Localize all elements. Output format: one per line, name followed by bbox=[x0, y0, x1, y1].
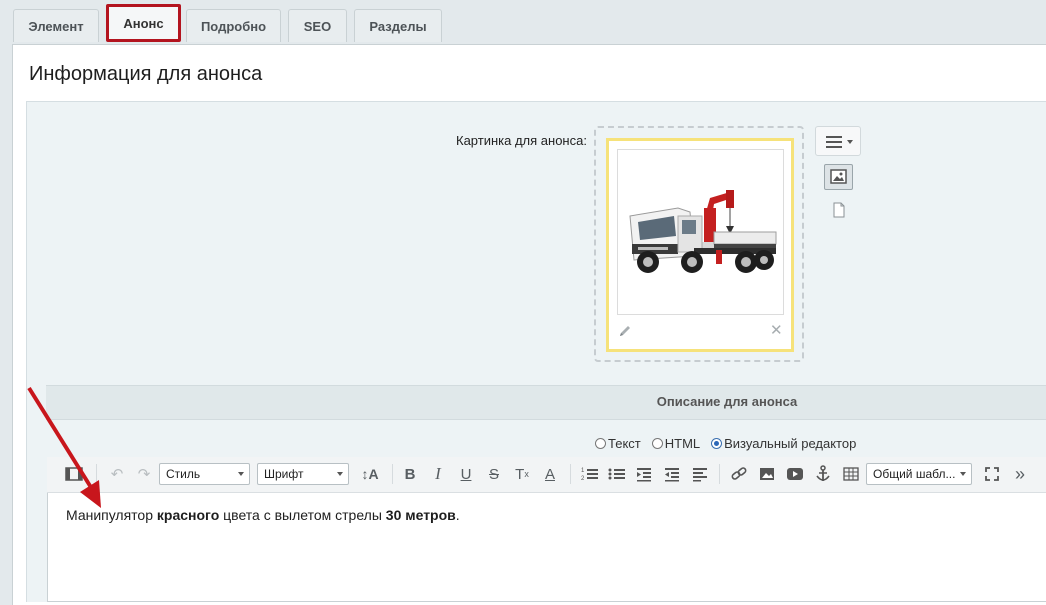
insert-image-icon[interactable] bbox=[756, 463, 778, 485]
film-toggle-icon[interactable] bbox=[62, 463, 86, 485]
tab-seo[interactable]: SEO bbox=[288, 9, 347, 42]
svg-text:2: 2 bbox=[581, 476, 585, 482]
anchor-icon[interactable] bbox=[812, 463, 834, 485]
image-icon bbox=[830, 169, 847, 184]
more-icon[interactable]: » bbox=[1010, 463, 1030, 485]
indent-icon[interactable] bbox=[633, 463, 655, 485]
table-icon[interactable] bbox=[840, 463, 862, 485]
outdent-icon[interactable] bbox=[661, 463, 683, 485]
picture-menu-button[interactable] bbox=[815, 126, 861, 156]
radio-html[interactable] bbox=[651, 438, 663, 449]
editor-text-bold: 30 метров bbox=[385, 507, 456, 523]
radio-text[interactable] bbox=[595, 438, 606, 449]
description-title: Описание для анонса bbox=[656, 394, 798, 409]
undo-icon[interactable]: ↶ bbox=[107, 463, 127, 485]
editor-text-part: . bbox=[455, 507, 460, 523]
editor-text-part: цвета с вылетом стрелы bbox=[219, 507, 386, 523]
picture-preview[interactable] bbox=[617, 149, 784, 315]
picture-label: Картинка для анонса: bbox=[456, 133, 587, 148]
text-color-icon[interactable]: A bbox=[540, 463, 560, 485]
remove-picture-icon[interactable]: ✕ bbox=[770, 323, 783, 339]
tab-bar: Элемент Анонс Подробно SEO Разделы bbox=[0, 0, 1046, 45]
mode-visual[interactable]: Визуальный редактор bbox=[711, 436, 856, 451]
tab-sections[interactable]: Разделы bbox=[354, 9, 442, 42]
underline-icon[interactable]: U bbox=[456, 463, 476, 485]
hamburger-icon bbox=[826, 136, 853, 148]
mode-text-label: Текст bbox=[608, 436, 641, 451]
mode-text[interactable]: Текст bbox=[595, 436, 641, 451]
font-size-icon[interactable]: ↕A bbox=[358, 463, 382, 485]
style-select-value: Стиль bbox=[166, 467, 201, 481]
bullet-list-icon[interactable] bbox=[606, 463, 628, 485]
editor-content[interactable]: Манипулятор красного цвета с вылетом стр… bbox=[66, 507, 460, 523]
truck-image bbox=[629, 190, 777, 273]
tab-announce[interactable]: Анонс bbox=[106, 4, 181, 42]
font-select-value: Шрифт bbox=[264, 467, 304, 481]
mode-html-label: HTML bbox=[664, 436, 701, 451]
editor-text-bold: красного bbox=[156, 507, 220, 523]
ordered-list-icon[interactable]: 12 bbox=[579, 463, 601, 485]
insert-video-icon[interactable] bbox=[784, 463, 806, 485]
tab-element[interactable]: Элемент bbox=[13, 9, 99, 42]
fullscreen-icon[interactable] bbox=[982, 463, 1002, 485]
tab-details[interactable]: Подробно bbox=[186, 9, 281, 42]
link-icon[interactable] bbox=[728, 463, 750, 485]
mode-html[interactable]: HTML bbox=[651, 436, 701, 451]
section-title: Информация для анонса bbox=[29, 63, 263, 85]
svg-text:1: 1 bbox=[581, 468, 585, 474]
align-icon[interactable] bbox=[689, 463, 711, 485]
file-icon[interactable] bbox=[832, 202, 846, 218]
radio-visual[interactable] bbox=[711, 438, 723, 449]
editor-mode-switch: Текст HTML Визуальный редактор bbox=[595, 436, 867, 451]
redo-icon[interactable]: ↷ bbox=[134, 463, 154, 485]
italic-icon[interactable]: I bbox=[428, 463, 448, 485]
template-select[interactable]: Общий шабл... bbox=[866, 463, 972, 485]
strikethrough-icon[interactable]: S bbox=[484, 463, 504, 485]
mode-visual-label: Визуальный редактор bbox=[724, 436, 857, 451]
edit-pencil-icon[interactable] bbox=[617, 323, 633, 339]
template-select-value: Общий шабл... bbox=[873, 467, 956, 481]
image-source-button[interactable] bbox=[824, 164, 853, 190]
editor-text-part: Манипулятор bbox=[66, 507, 157, 523]
style-select[interactable]: Стиль bbox=[159, 463, 250, 485]
font-select[interactable]: Шрифт bbox=[257, 463, 349, 485]
bold-icon[interactable]: B bbox=[400, 463, 420, 485]
clear-format-icon[interactable]: Tx bbox=[512, 463, 532, 485]
